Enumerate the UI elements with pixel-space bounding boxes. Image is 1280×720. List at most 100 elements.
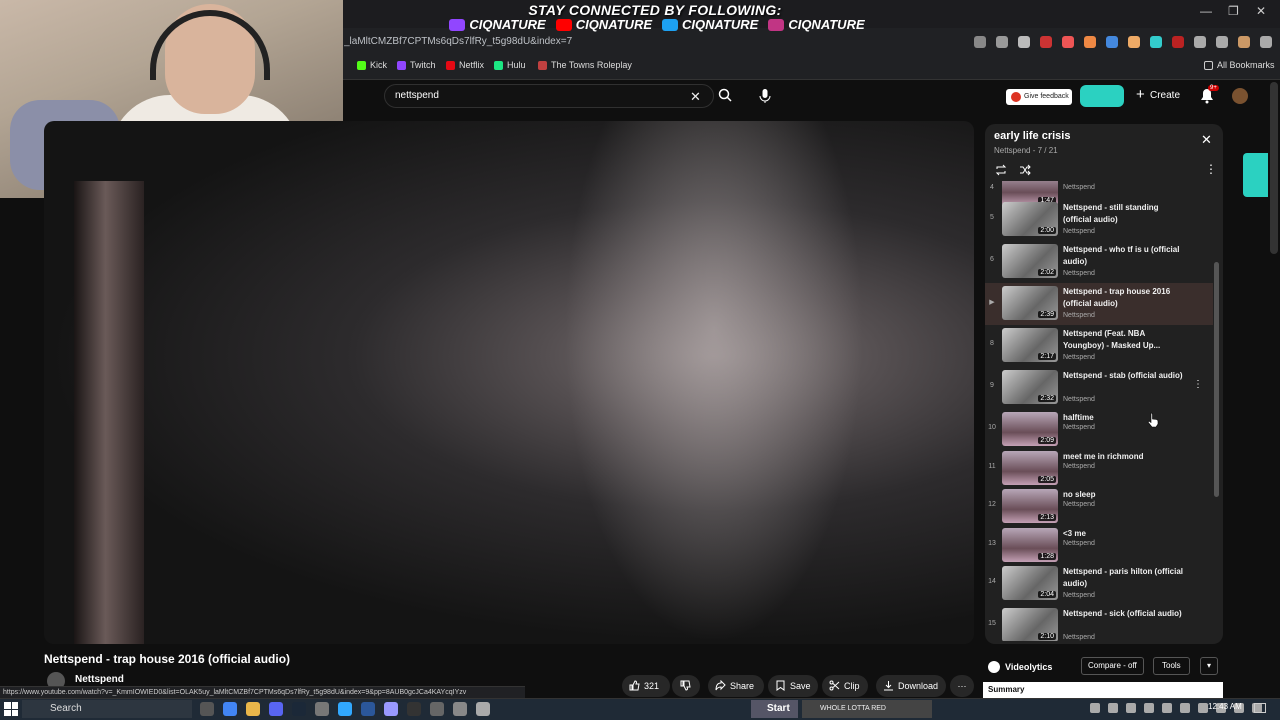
app-icon[interactable] xyxy=(453,702,467,716)
tray-icon[interactable] xyxy=(1198,703,1208,713)
extension-icon[interactable] xyxy=(1172,36,1184,48)
playlist-item[interactable]: 11 2:05 meet me in richmond Nettspend xyxy=(985,448,1213,490)
notifications-icon[interactable] xyxy=(1254,703,1266,713)
playlist-item[interactable]: ▶ 2:39 Nettspend - trap house 2016 (offici… xyxy=(985,283,1213,325)
extension-icon[interactable] xyxy=(1150,36,1162,48)
tray-icon[interactable] xyxy=(1144,703,1154,713)
taskbar-search[interactable]: Search xyxy=(22,700,192,718)
extension-icon[interactable] xyxy=(1040,36,1052,48)
playlist-item-artist: Nettspend xyxy=(1063,184,1095,191)
all-bookmarks[interactable]: All Bookmarks xyxy=(1204,60,1275,70)
bookmark-netflix[interactable]: Netflix xyxy=(446,60,484,70)
playlist-item[interactable]: 8 2:17 Nettspend (Feat. NBA Youngboy) - Ma… xyxy=(985,325,1213,367)
tray-icon[interactable] xyxy=(1108,703,1118,713)
playlist-item[interactable]: 14 2:04 Nettspend - paris hilton (official… xyxy=(985,563,1213,605)
dislike-button[interactable] xyxy=(672,675,700,697)
tools-dropdown[interactable]: Tools xyxy=(1153,657,1190,675)
playlist-item[interactable]: 9 2:32 Nettspend - stab (official audio) Ne… xyxy=(985,367,1213,409)
chevron-down-icon[interactable]: ▾ xyxy=(1200,657,1218,675)
mic-icon[interactable] xyxy=(758,88,772,104)
app-icon[interactable] xyxy=(315,702,329,716)
bookmark-hulu[interactable]: Hulu xyxy=(494,60,526,70)
premiere-icon[interactable] xyxy=(384,702,398,716)
download-label: Download xyxy=(898,681,939,691)
avatar[interactable] xyxy=(1232,88,1248,104)
puzzle-icon[interactable] xyxy=(1194,36,1206,48)
windows-start-icon[interactable] xyxy=(4,702,18,716)
menu-icon[interactable] xyxy=(1260,36,1272,48)
start-widget[interactable]: Start xyxy=(751,700,798,718)
bookmark-towns[interactable]: The Towns Roleplay xyxy=(538,60,632,70)
item-more-icon[interactable]: ⋮ xyxy=(1193,379,1203,390)
clear-search-icon[interactable]: ✕ xyxy=(690,89,701,105)
obs-icon[interactable] xyxy=(407,702,421,716)
address-bar[interactable]: _laMltCMZBf7CPTMs6qDs7lfRy_t5g98dU&index… xyxy=(344,32,914,52)
now-playing-widget[interactable]: WHOLE LOTTA RED xyxy=(802,700,932,718)
clip-button[interactable]: Clip xyxy=(822,675,868,697)
video-player[interactable] xyxy=(44,121,974,644)
extension-icon[interactable] xyxy=(1062,36,1074,48)
clip-label: Clip xyxy=(844,681,860,691)
playlist-scrollbar[interactable] xyxy=(1214,262,1219,497)
explorer-icon[interactable] xyxy=(246,702,260,716)
bookmark-label: Kick xyxy=(370,60,388,70)
more-actions-button[interactable]: ··· xyxy=(950,675,974,697)
playlist-item-artist: Nettspend xyxy=(1063,354,1095,361)
playlist-title[interactable]: early life crisis xyxy=(994,130,1070,142)
download-button[interactable]: Download xyxy=(876,675,946,697)
install-icon[interactable] xyxy=(974,36,986,48)
tray-icon[interactable] xyxy=(1090,703,1100,713)
playlist-item[interactable]: 15 2:10 Nettspend - sick (official audio) N… xyxy=(985,605,1213,641)
tray-icon[interactable] xyxy=(1180,703,1190,713)
app-icon[interactable] xyxy=(430,702,444,716)
page-scrollbar[interactable] xyxy=(1270,82,1278,254)
save-button[interactable]: Save xyxy=(768,675,818,697)
bookmark-kick[interactable]: Kick xyxy=(357,60,387,70)
playlist-item[interactable]: 5 2:00 Nettspend - still standing (officia… xyxy=(985,199,1213,241)
bookmark-star-icon[interactable] xyxy=(1018,36,1030,48)
close-icon[interactable]: ✕ xyxy=(1201,132,1212,148)
word-icon[interactable] xyxy=(361,702,375,716)
like-button[interactable]: 321 xyxy=(622,675,670,697)
loop-icon[interactable] xyxy=(995,164,1007,176)
videolytics-button[interactable] xyxy=(1080,85,1124,107)
discord-icon[interactable] xyxy=(269,702,283,716)
create-button[interactable]: Create xyxy=(1132,85,1188,106)
extension-icon[interactable] xyxy=(1084,36,1096,48)
playlist-item[interactable]: 12 2:13 no sleep Nettspend xyxy=(985,486,1213,528)
playlist-item[interactable]: 6 2:02 Nettspend - who tf is u (official a… xyxy=(985,241,1213,283)
photoshop-icon[interactable] xyxy=(338,702,352,716)
search-icon[interactable] xyxy=(718,88,732,102)
duration-badge: 1:28 xyxy=(1038,552,1056,560)
close-window-icon[interactable]: ✕ xyxy=(1256,4,1266,18)
media-icon[interactable] xyxy=(1216,36,1228,48)
playlist-more-icon[interactable]: ⋮ xyxy=(1205,162,1217,176)
steam-icon[interactable] xyxy=(292,702,306,716)
tray-icon[interactable] xyxy=(1162,703,1172,713)
channel-name[interactable]: Nettspend xyxy=(75,674,124,685)
task-view-icon[interactable] xyxy=(200,702,214,716)
tray-icon[interactable] xyxy=(1126,703,1136,713)
give-feedback-button[interactable]: Give feedback xyxy=(1006,89,1072,105)
search-input[interactable]: nettspend xyxy=(384,84,714,108)
minimize-icon[interactable]: — xyxy=(1200,4,1212,18)
app-icon[interactable] xyxy=(476,702,490,716)
restore-icon[interactable]: ❐ xyxy=(1228,4,1239,18)
zoom-icon[interactable] xyxy=(996,36,1008,48)
bookmark-label: The Towns Roleplay xyxy=(551,60,632,70)
share-button[interactable]: Share xyxy=(708,675,764,697)
chrome-icon[interactable] xyxy=(223,702,237,716)
bookmark-twitch[interactable]: Twitch xyxy=(397,60,436,70)
duration-badge: 2:00 xyxy=(1038,227,1056,234)
videolytics-side-tab[interactable] xyxy=(1243,153,1268,197)
profile-icon[interactable] xyxy=(1238,36,1250,48)
playlist-subtitle: Nettspend - 7 / 21 xyxy=(994,146,1058,155)
compare-toggle[interactable]: Compare - off xyxy=(1081,657,1144,675)
extension-icon[interactable] xyxy=(1128,36,1140,48)
playlist-item-index: 14 xyxy=(988,578,996,585)
summary-tab[interactable]: Summary xyxy=(983,682,1223,698)
playlist-item[interactable]: 13 1:28 <3 me Nettspend xyxy=(985,525,1213,567)
extension-icon[interactable] xyxy=(1106,36,1118,48)
shuffle-icon[interactable] xyxy=(1019,164,1031,176)
playlist-item[interactable]: 10 2:09 halftime Nettspend xyxy=(985,409,1213,451)
